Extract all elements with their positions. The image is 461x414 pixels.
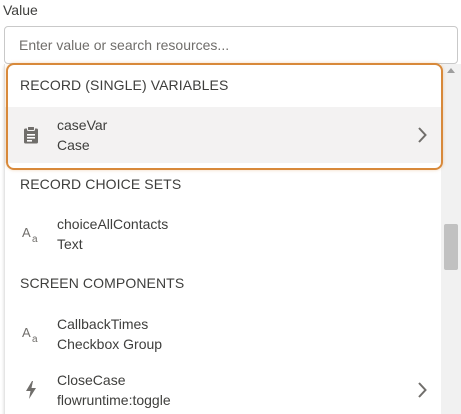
scrollbar-thumb[interactable]	[444, 224, 458, 270]
text-type-icon: A a	[5, 306, 57, 362]
group-header-screen-components: SCREEN COMPONENTS	[20, 275, 185, 291]
scroll-up-arrow-icon[interactable]	[441, 64, 461, 78]
svg-text:a: a	[32, 334, 38, 343]
list-item-callbacktimes[interactable]: A a CallbackTimes Checkbox Group	[5, 306, 441, 362]
item-subtitle: Case	[57, 137, 90, 153]
chevron-right-icon[interactable]	[402, 107, 441, 163]
list-item-closecase[interactable]: CloseCase flowruntime:toggle	[5, 362, 441, 414]
lightning-icon	[5, 362, 57, 414]
item-title: CallbackTimes	[57, 316, 149, 332]
svg-text:A: A	[22, 225, 31, 240]
item-title: choiceAllContacts	[57, 216, 169, 232]
list-item-choiceallcontacts[interactable]: A a choiceAllContacts Text	[5, 206, 441, 262]
svg-text:a: a	[32, 234, 38, 243]
svg-text:A: A	[22, 325, 31, 340]
group-header-record-choice-sets: RECORD CHOICE SETS	[20, 176, 182, 192]
list-item-casevar[interactable]: caseVar Case	[5, 107, 441, 163]
item-title: CloseCase	[57, 372, 126, 388]
item-subtitle: Checkbox Group	[57, 336, 163, 352]
chevron-right-icon[interactable]	[402, 362, 441, 414]
value-field-label: Value	[3, 2, 38, 18]
group-header-record-single-variables: RECORD (SINGLE) VARIABLES	[20, 77, 229, 93]
item-title: caseVar	[57, 117, 108, 133]
text-type-icon: A a	[5, 206, 57, 262]
record-clipboard-icon	[5, 107, 57, 163]
item-subtitle: Text	[57, 236, 83, 252]
item-subtitle: flowruntime:toggle	[57, 392, 171, 408]
resource-dropdown: RECORD (SINGLE) VARIABLES caseVar Case R…	[4, 64, 441, 414]
value-search-input[interactable]	[4, 26, 458, 64]
dropdown-scrollbar[interactable]	[441, 64, 461, 414]
